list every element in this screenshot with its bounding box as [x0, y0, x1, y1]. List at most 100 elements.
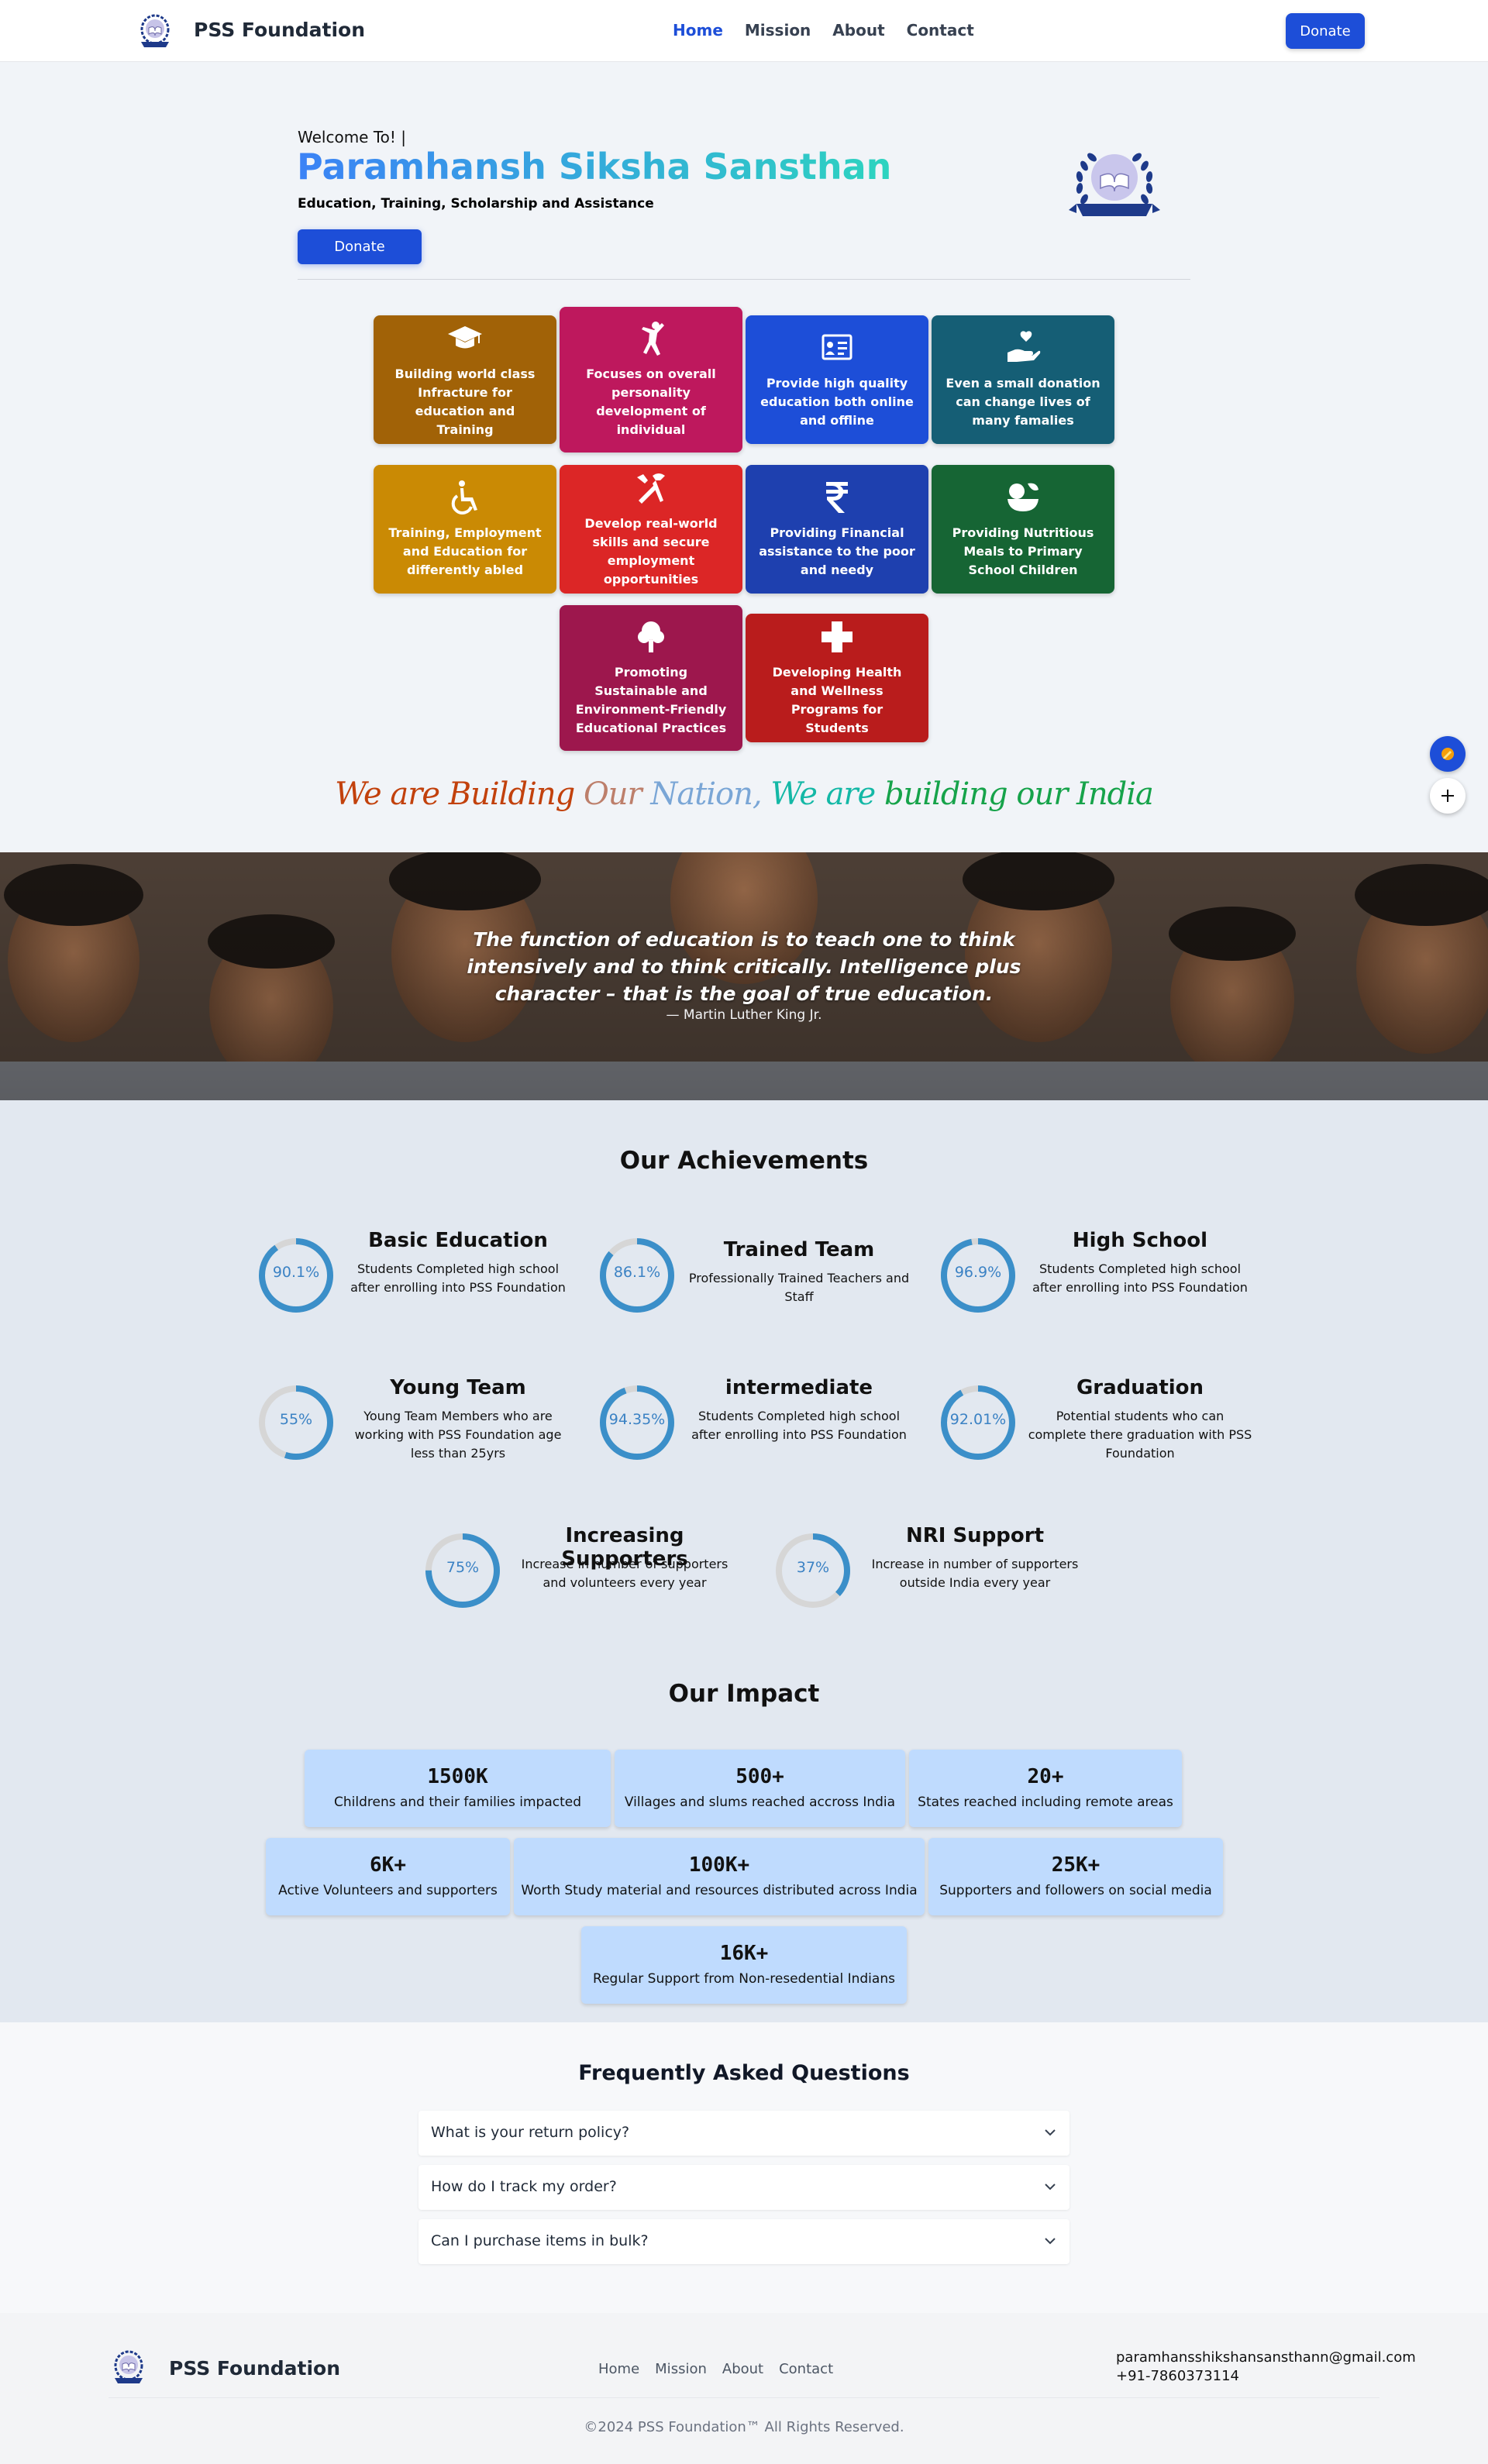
quote-banner: The function of education is to teach on…: [0, 852, 1488, 1100]
feature-tile: Focuses on overall personality developme…: [560, 307, 742, 453]
faq-title: Frequently Asked Questions: [578, 2061, 910, 2085]
achievement-percent: 96.9%: [954, 1264, 1002, 1281]
impact-card: 100K+ Worth Study material and resources…: [514, 1838, 925, 1915]
nav-link-mission[interactable]: Mission: [745, 21, 811, 40]
achievement-percent: 92.01%: [949, 1411, 1007, 1428]
add-floating-button[interactable]: [1430, 778, 1466, 814]
tagline-part: Our: [583, 776, 651, 812]
tools-icon: [637, 473, 665, 504]
impact-title: Our Impact: [668, 1680, 820, 1708]
hero-title: Paramhansh Siksha Sansthan: [297, 146, 892, 188]
achievement-percent: 55%: [279, 1411, 313, 1428]
achievement-desc: Increase in number of supporters and vol…: [521, 1557, 728, 1590]
footer-link-contact[interactable]: Contact: [779, 2361, 833, 2377]
impact-card: 25K+ Supporters and followers on social …: [928, 1838, 1223, 1915]
nav-link-home[interactable]: Home: [673, 21, 723, 40]
achievement-item: 55% Young Team Young Team Members who are …: [256, 1376, 581, 1468]
quote-text: The function of education is to teach on…: [467, 928, 1021, 1005]
impact-number: 6K+: [370, 1853, 406, 1877]
achievement-desc: Students Completed high school after enr…: [1032, 1261, 1248, 1295]
faq-section: Frequently Asked Questions What is your …: [0, 2022, 1488, 2313]
footer-email[interactable]: paramhansshikshansansthann@gmail.com: [1116, 2349, 1416, 2367]
floating-action-button[interactable]: [1430, 736, 1466, 772]
impact-card: 20+ States reached including remote area…: [909, 1750, 1182, 1827]
nav-donate-button[interactable]: Donate: [1286, 13, 1365, 49]
hero-donate-button[interactable]: Donate: [298, 229, 422, 264]
footer-phone[interactable]: +91-7860373114: [1116, 2367, 1416, 2386]
feature-text: Providing Nutritious Meals to Primary Sc…: [952, 525, 1094, 577]
footer: PSS Foundation Home Mission About Contac…: [0, 2313, 1488, 2464]
classroom-board-icon: [822, 334, 852, 360]
footer-contact: paramhansshikshansansthann@gmail.com +91…: [1116, 2349, 1416, 2386]
foundation-emblem-icon: [1069, 153, 1160, 216]
feature-text: Building world class Infracture for educ…: [394, 367, 536, 437]
impact-label: Villages and slums reached accross India: [624, 1795, 896, 1810]
foundation-logo-icon[interactable]: [135, 11, 175, 51]
achievement-item: 94.35% intermediate Students Completed hig…: [597, 1376, 922, 1468]
achievement-title: Graduation: [1076, 1376, 1204, 1399]
medical-cross-icon: [822, 621, 852, 652]
achievement-desc: Students Completed high school after enr…: [350, 1261, 566, 1295]
achievement-desc: Increase in number of supporters outside…: [871, 1557, 1079, 1590]
karate-person-icon: [642, 322, 664, 356]
achievement-title: Basic Education: [368, 1229, 548, 1252]
impact-card: 16K+ Regular Support from Non-resedentia…: [581, 1926, 907, 2004]
achievement-title: NRI Support: [905, 1524, 1045, 1547]
impact-number: 1500K: [427, 1765, 488, 1788]
achievement-title: Trained Team: [723, 1238, 875, 1261]
achievement-percent: 86.1%: [613, 1264, 661, 1281]
faq-item[interactable]: Can I purchase items in bulk?: [418, 2219, 1070, 2264]
rupee-icon: [826, 482, 848, 513]
footer-brand[interactable]: PSS Foundation: [169, 2357, 340, 2380]
feature-tile: Building world class Infracture for educ…: [374, 315, 556, 444]
quote-author: — Martin Luther King Jr.: [666, 1007, 822, 1023]
graduation-cap-icon: [448, 326, 482, 349]
achievement-item: 90.1% Basic Education Students Completed h…: [256, 1229, 581, 1320]
impact-number: 500+: [735, 1765, 784, 1788]
footer-link-mission[interactable]: Mission: [655, 2361, 707, 2377]
faq-question: Can I purchase items in bulk?: [431, 2232, 649, 2249]
tagline-part: building our India: [884, 776, 1154, 812]
achievement-title: Young Team: [390, 1376, 526, 1399]
faq-question: What is your return policy?: [431, 2124, 630, 2141]
achievement-percent: 94.35%: [608, 1411, 666, 1428]
nav-link-contact[interactable]: Contact: [907, 21, 974, 40]
tagline-part: Nation,: [650, 776, 771, 812]
feature-tile: Providing Nutritious Meals to Primary Sc…: [932, 465, 1114, 594]
hero-subtitle: Education, Training, Scholarship and Ass…: [298, 196, 654, 212]
achievement-item: 37% NRI Support Increase in number of supp…: [773, 1524, 1098, 1616]
impact-number: 100K+: [688, 1853, 750, 1877]
feature-text: Even a small donation can change lives o…: [946, 376, 1100, 428]
achievement-percent: 37%: [796, 1559, 830, 1576]
feature-text: Promoting Sustainable and Environment-Fr…: [575, 665, 727, 735]
foundation-logo-icon[interactable]: [108, 2347, 149, 2387]
footer-link-home[interactable]: Home: [598, 2361, 639, 2377]
nav-link-about[interactable]: About: [832, 21, 884, 40]
chevron-down-icon: [1045, 2129, 1056, 2136]
faq-item[interactable]: What is your return policy?: [418, 2111, 1070, 2156]
tree-icon: [638, 621, 664, 652]
faq-item[interactable]: How do I track my order?: [418, 2165, 1070, 2210]
feature-tile: Even a small donation can change lives o…: [932, 315, 1114, 444]
achievement-desc: Students Completed high school after enr…: [691, 1409, 907, 1442]
impact-label: Supporters and followers on social media: [939, 1883, 1212, 1898]
wheelchair-icon: [451, 480, 477, 514]
footer-copyright: ©2024 PSS Foundation™ All Rights Reserve…: [584, 2419, 904, 2435]
impact-number: 25K+: [1051, 1853, 1100, 1877]
hero-divider: [298, 279, 1190, 280]
achievement-desc: Professionally Trained Teachers and Staf…: [688, 1271, 910, 1304]
footer-link-about[interactable]: About: [722, 2361, 763, 2377]
impact-label: Worth Study material and resources distr…: [521, 1883, 918, 1898]
feature-text: Develop real-world skills and secure emp…: [584, 516, 718, 587]
nav-brand[interactable]: PSS Foundation: [194, 19, 365, 41]
impact-label: Regular Support from Non-resedential Ind…: [593, 1971, 895, 1987]
feature-tile: Develop real-world skills and secure emp…: [560, 465, 742, 594]
chevron-down-icon: [1045, 2184, 1056, 2190]
chevron-down-icon: [1045, 2238, 1056, 2245]
impact-card: 6K+ Active Volunteers and supporters: [266, 1838, 510, 1915]
achievement-item: 96.9% High School Students Completed high …: [938, 1229, 1263, 1320]
nav-links: Home Mission About Contact: [673, 21, 974, 40]
impact-label: States reached including remote areas: [918, 1795, 1173, 1810]
feature-text: Focuses on overall personality developme…: [586, 367, 716, 437]
tagline-part: We are Building: [335, 776, 584, 812]
